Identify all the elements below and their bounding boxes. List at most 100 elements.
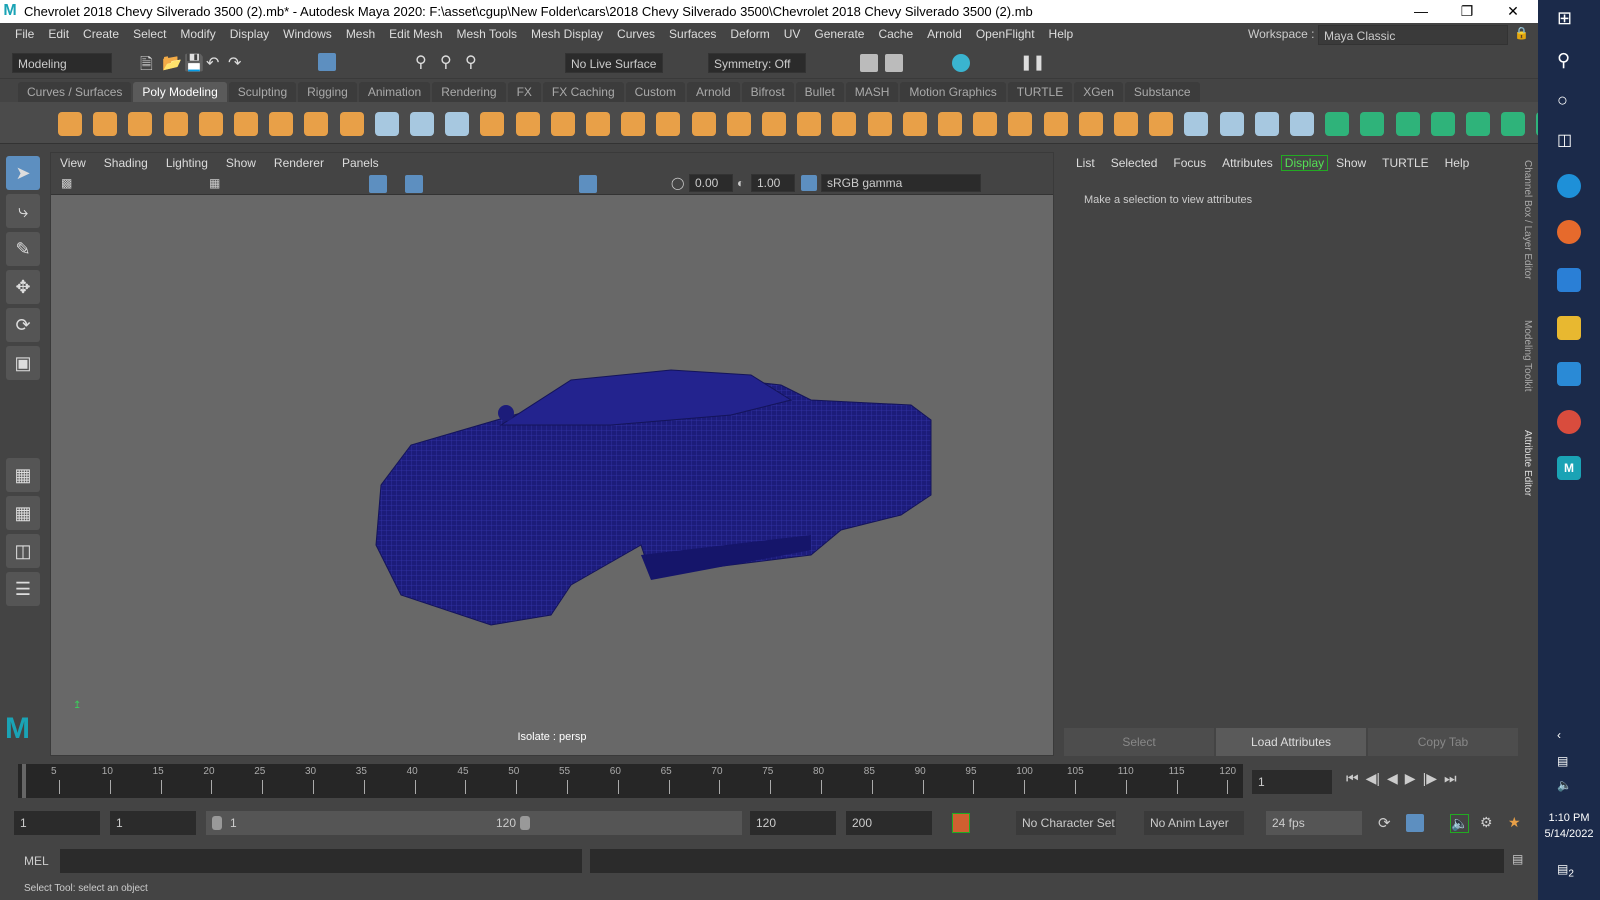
playback-start-field[interactable]: 1 <box>110 811 196 835</box>
task-view-icon[interactable]: ◫ <box>1557 130 1581 154</box>
mel-input[interactable] <box>60 849 582 873</box>
poly-cylinder-icon[interactable] <box>128 112 153 136</box>
insert-loop-icon[interactable] <box>1114 112 1138 136</box>
range-end-handle[interactable] <box>520 816 530 830</box>
multi-cut-icon[interactable] <box>938 112 962 136</box>
shelf-tab-fx-caching[interactable]: FX Caching <box>542 82 624 102</box>
isolate-select-icon[interactable] <box>579 175 597 193</box>
network-icon[interactable]: ▤ <box>1557 754 1581 778</box>
lock-icon[interactable]: 🔒 <box>1514 26 1529 40</box>
shelf-tab-curves-surfaces[interactable]: Curves / Surfaces <box>18 82 132 102</box>
mail-icon[interactable] <box>1557 362 1581 386</box>
move-tool-icon[interactable]: ✥ <box>6 270 40 304</box>
attr-menu-selected[interactable]: Selected <box>1103 156 1166 170</box>
current-frame-field[interactable]: 1 <box>1252 770 1332 794</box>
uv-planar-icon[interactable] <box>1184 112 1209 136</box>
hypershade-icon[interactable] <box>952 54 970 72</box>
mode-dropdown[interactable]: Modeling <box>12 53 112 73</box>
viewport-menu-view[interactable]: View <box>51 156 95 170</box>
cortana-icon[interactable]: ○ <box>1557 90 1581 114</box>
mel-label[interactable]: MEL <box>24 854 49 868</box>
connect-icon[interactable] <box>1008 112 1033 136</box>
new-scene-icon[interactable]: 🗎 <box>140 53 153 80</box>
poly-cone-icon[interactable] <box>163 112 188 136</box>
bevel-icon[interactable] <box>480 112 505 136</box>
menu-select[interactable]: Select <box>126 27 173 41</box>
load-attributes-button[interactable]: Load Attributes <box>1216 728 1366 756</box>
loop-icon[interactable]: ⟳ <box>1378 814 1391 832</box>
menu-mesh-display[interactable]: Mesh Display <box>524 27 610 41</box>
modeling-toolkit-tab[interactable]: Modeling Toolkit <box>1522 320 1533 392</box>
single-perspective-layout-icon[interactable]: ▦ <box>6 458 40 492</box>
viewport-menu-show[interactable]: Show <box>217 156 265 170</box>
poly-sphere-icon[interactable] <box>58 112 82 136</box>
current-time-marker[interactable] <box>22 764 26 798</box>
step-forward-key-icon[interactable]: |▶ <box>1423 770 1437 787</box>
poly-combine-icon[interactable] <box>515 112 540 136</box>
uv-sew-icon[interactable] <box>1395 112 1420 136</box>
store-icon[interactable] <box>1557 268 1581 292</box>
snap-grid-icon[interactable]: ⚲ <box>415 52 427 72</box>
pause-icon[interactable]: ❚❚ <box>1020 53 1045 71</box>
camera-icon[interactable]: ▩ <box>61 176 72 190</box>
type-icon[interactable] <box>374 112 399 136</box>
chevron-left-icon[interactable]: ‹ <box>1557 728 1581 752</box>
sound-icon[interactable]: 🔈 <box>1450 814 1470 833</box>
svg-icon[interactable] <box>410 112 434 136</box>
super-shape-icon[interactable] <box>339 112 364 136</box>
shelf-tab-fx[interactable]: FX <box>507 82 541 102</box>
menu-windows[interactable]: Windows <box>276 27 339 41</box>
chrome-icon[interactable] <box>1557 410 1581 434</box>
volume-icon[interactable]: 🔈 <box>1557 778 1581 802</box>
auto-key-icon[interactable] <box>952 813 970 833</box>
uv-auto-icon[interactable] <box>1219 112 1244 136</box>
undo-icon[interactable]: ↶ <box>206 53 219 73</box>
bevel-edge-icon[interactable] <box>832 112 857 136</box>
clock-time[interactable]: 1:10 PM <box>1538 812 1600 824</box>
redo-icon[interactable]: ↷ <box>228 53 241 73</box>
bridge-icon[interactable] <box>762 112 786 136</box>
shelf-tab-bullet[interactable]: Bullet <box>795 82 844 102</box>
file-explorer-icon[interactable] <box>1557 316 1581 340</box>
snap-curve-icon[interactable]: ⚲ <box>440 52 452 72</box>
boolean-icon[interactable] <box>656 112 681 136</box>
symmetry-dropdown[interactable]: Symmetry: Off <box>708 53 806 73</box>
attr-menu-list[interactable]: List <box>1068 156 1103 170</box>
anim-layer-dropdown[interactable]: No Anim Layer <box>1144 811 1244 835</box>
save-scene-icon[interactable]: 💾 <box>184 53 204 73</box>
attr-menu-help[interactable]: Help <box>1437 156 1478 170</box>
shelf-tab-mash[interactable]: MASH <box>845 82 899 102</box>
shelf-tab-animation[interactable]: Animation <box>358 82 431 102</box>
two-view-layout-icon[interactable]: ◫ <box>6 534 40 568</box>
notifications-icon[interactable]: ▤2 <box>1557 862 1581 886</box>
scale-tool-icon[interactable]: ▣ <box>6 346 40 380</box>
truck-wireframe-model[interactable] <box>51 195 1055 755</box>
character-icon[interactable]: ★ <box>1508 814 1521 831</box>
cache-playback-icon[interactable] <box>1406 814 1424 832</box>
menu-edit[interactable]: Edit <box>41 27 76 41</box>
append-icon[interactable] <box>902 112 927 136</box>
range-start-handle[interactable] <box>212 816 222 830</box>
shelf-tab-arnold[interactable]: Arnold <box>686 82 740 102</box>
smooth-icon[interactable] <box>621 112 646 136</box>
range-slider[interactable]: 1 120 <box>206 811 742 835</box>
poly-cube-icon[interactable] <box>93 112 118 136</box>
select-by-object-icon[interactable] <box>318 53 336 71</box>
shelf-tab-motion-graphics[interactable]: Motion Graphics <box>900 82 1006 102</box>
attr-menu-focus[interactable]: Focus <box>1165 156 1214 170</box>
viewport-canvas[interactable]: ↥ Isolate : persp <box>51 195 1053 755</box>
shelf-tab-rigging[interactable]: Rigging <box>298 82 357 102</box>
menu-generate[interactable]: Generate <box>807 27 871 41</box>
lasso-tool-icon[interactable]: ⤷ <box>6 194 40 228</box>
exposure-field[interactable]: 0.00 <box>689 174 733 192</box>
shelf-tab-rendering[interactable]: Rendering <box>432 82 506 102</box>
fps-dropdown[interactable]: 24 fps <box>1266 811 1362 835</box>
attribute-editor-tab[interactable]: Attribute Editor <box>1522 430 1533 496</box>
gamma-field[interactable]: 1.00 <box>751 174 795 192</box>
uv-cut-icon[interactable] <box>1360 112 1385 136</box>
wireframe-on-shaded-icon[interactable] <box>369 175 387 193</box>
menu-openflight[interactable]: OpenFlight <box>969 27 1042 41</box>
attr-menu-turtle[interactable]: TURTLE <box>1374 156 1436 170</box>
reduce-icon[interactable] <box>691 112 716 136</box>
viewport-menu-shading[interactable]: Shading <box>95 156 157 170</box>
